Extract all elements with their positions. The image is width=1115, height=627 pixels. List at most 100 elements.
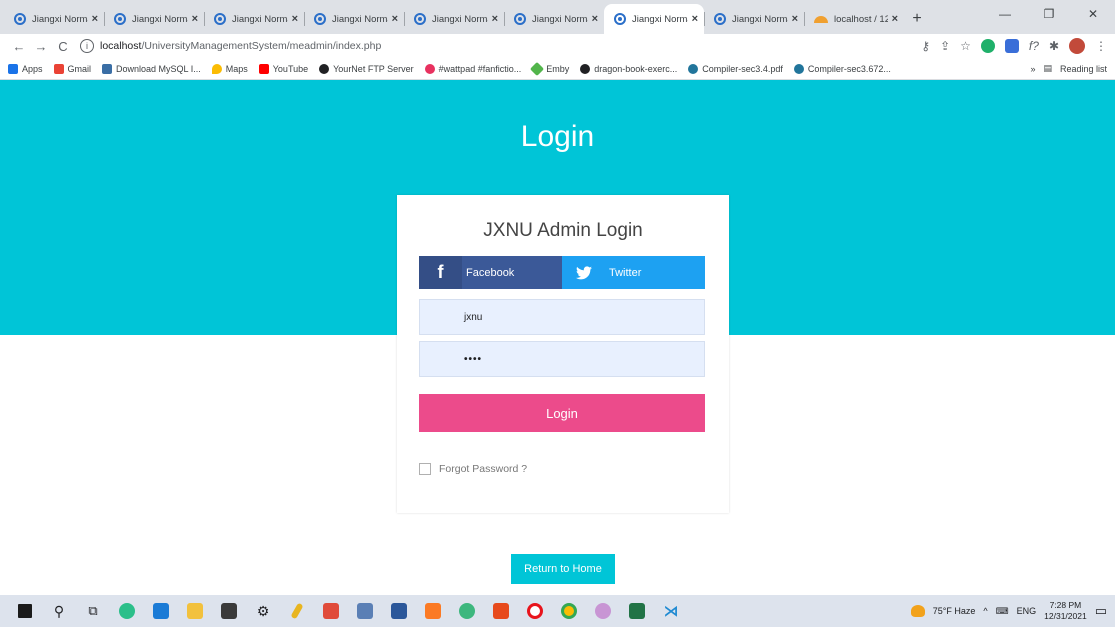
- taskbar-app[interactable]: [178, 595, 212, 627]
- tab-close-icon[interactable]: ×: [92, 13, 98, 25]
- browser-tab[interactable]: Jiangxi Norma ×: [704, 4, 804, 34]
- bookmark-maps[interactable]: Maps: [211, 63, 248, 74]
- address-bar: ← → C i localhost /UniversityManagementS…: [0, 34, 1115, 58]
- taskbar-app[interactable]: [620, 595, 654, 627]
- taskbar-app[interactable]: [586, 595, 620, 627]
- login-button[interactable]: Login: [419, 394, 705, 432]
- browser-tab[interactable]: Jiangxi Norma ×: [304, 4, 404, 34]
- taskbar-app[interactable]: [450, 595, 484, 627]
- tab-close-icon[interactable]: ×: [192, 13, 198, 25]
- weather-text[interactable]: 75°F Haze: [933, 606, 976, 616]
- bookmark-compiler-pdf[interactable]: Compiler-sec3.4.pdf: [688, 63, 783, 74]
- twitter-login-button[interactable]: Twitter: [562, 256, 705, 289]
- formula-extension-icon[interactable]: f?: [1029, 39, 1039, 53]
- excel-icon: [629, 603, 645, 619]
- clock[interactable]: 7:28 PM 12/31/2021: [1044, 600, 1087, 622]
- tab-title: Jiangxi Norma: [632, 13, 688, 25]
- github-icon: [580, 63, 591, 74]
- extension-icon[interactable]: [1004, 39, 1019, 53]
- bookmark-mysql[interactable]: Download MySQL I...: [102, 63, 201, 74]
- taskbar-app[interactable]: ⋊: [654, 595, 688, 627]
- bookmark-gmail[interactable]: Gmail: [53, 63, 91, 74]
- phpmyadmin-favicon-icon: [814, 13, 828, 25]
- kebab-menu-icon[interactable]: ⋮: [1095, 39, 1107, 53]
- taskbar-app[interactable]: [416, 595, 450, 627]
- url-omnibox[interactable]: i localhost /UniversityManagementSystem/…: [80, 36, 860, 56]
- system-tray: 75°F Haze ^ ⌨ ENG 7:28 PM 12/31/2021 ▭: [910, 595, 1107, 627]
- bookmark-emby[interactable]: Emby: [530, 61, 569, 76]
- taskbar-app[interactable]: [314, 595, 348, 627]
- task-view-button[interactable]: ⧉: [76, 595, 110, 627]
- tab-title: Jiangxi Norma: [732, 13, 788, 25]
- tab-title: Jiangxi Norma: [532, 13, 588, 25]
- chevron-up-icon[interactable]: ^: [983, 606, 987, 616]
- profile-avatar-icon[interactable]: [1069, 38, 1085, 54]
- bookmark-youtube[interactable]: YouTube: [258, 63, 308, 74]
- tab-close-icon[interactable]: ×: [892, 13, 898, 25]
- forward-arrow-icon[interactable]: →: [30, 39, 52, 54]
- bookmark-apps[interactable]: Apps: [8, 63, 43, 74]
- new-tab-button[interactable]: +: [904, 4, 930, 34]
- browser-tab[interactable]: Jiangxi Norma ×: [404, 4, 504, 34]
- site-info-icon[interactable]: i: [80, 39, 94, 53]
- taskbar-app[interactable]: [484, 595, 518, 627]
- tab-close-icon[interactable]: ×: [392, 13, 398, 25]
- url-path: /UniversityManagementSystem/meadmin/inde…: [141, 40, 382, 52]
- taskbar-app[interactable]: [518, 595, 552, 627]
- tab-close-icon[interactable]: ×: [592, 13, 598, 25]
- taskbar-app[interactable]: ⚙: [246, 595, 280, 627]
- return-home-button[interactable]: Return to Home: [511, 554, 615, 584]
- reload-icon[interactable]: C: [52, 39, 74, 54]
- bookmark-compiler-sec[interactable]: Compiler-sec3.672...: [793, 63, 891, 74]
- password-input[interactable]: ••••: [419, 341, 705, 377]
- tab-close-icon[interactable]: ×: [492, 13, 498, 25]
- gmail-icon: [53, 63, 64, 74]
- reading-list-label[interactable]: Reading list: [1060, 64, 1107, 74]
- taskbar-app[interactable]: [382, 595, 416, 627]
- back-arrow-icon[interactable]: ←: [8, 39, 30, 54]
- username-input[interactable]: jxnu: [419, 299, 705, 335]
- extension-puzzle-icon[interactable]: ✱: [1049, 39, 1059, 53]
- bookmarks-bar: Apps Gmail Download MySQL I... Maps YouT…: [0, 58, 1115, 80]
- weather-icon[interactable]: [910, 605, 925, 617]
- taskbar-app[interactable]: [144, 595, 178, 627]
- taskbar-app[interactable]: [110, 595, 144, 627]
- star-icon[interactable]: ☆: [960, 39, 971, 53]
- extension-grammarly-icon[interactable]: [980, 39, 995, 53]
- taskbar-app[interactable]: [280, 595, 314, 627]
- window-controls: — ❐ ✕: [965, 0, 1115, 28]
- task-view-icon: ⧉: [88, 603, 98, 618]
- browser-tab[interactable]: Jiangxi Norma ×: [504, 4, 604, 34]
- language-indicator[interactable]: ENG: [1017, 606, 1037, 616]
- more-bookmarks-button[interactable]: »: [1030, 64, 1035, 74]
- reading-list-icon[interactable]: ▤: [1043, 63, 1052, 74]
- forgot-password-label[interactable]: Forgot Password ?: [439, 463, 527, 475]
- taskbar-app[interactable]: [212, 595, 246, 627]
- forgot-password-checkbox[interactable]: [419, 463, 431, 475]
- taskbar-search[interactable]: ⚲: [42, 595, 76, 627]
- start-button[interactable]: [8, 595, 42, 627]
- share-icon[interactable]: ⇪: [940, 39, 950, 53]
- keyboard-icon[interactable]: ⌨: [996, 606, 1009, 617]
- maximize-icon[interactable]: ❐: [1027, 7, 1071, 21]
- bookmark-wattpad[interactable]: #wattpad #fanfictio...: [424, 63, 521, 74]
- tab-close-icon[interactable]: ×: [792, 13, 798, 25]
- bookmark-dragon-book[interactable]: dragon-book-exerc...: [580, 63, 677, 74]
- tab-close-icon[interactable]: ×: [692, 13, 698, 25]
- taskbar-app[interactable]: [348, 595, 382, 627]
- browser-tab[interactable]: Jiangxi Norma ×: [4, 4, 104, 34]
- browser-tab[interactable]: Jiangxi Norma ×: [204, 4, 304, 34]
- tab-close-icon[interactable]: ×: [292, 13, 298, 25]
- minimize-icon[interactable]: —: [983, 7, 1027, 21]
- taskbar-app[interactable]: [552, 595, 586, 627]
- browser-tab-active[interactable]: Jiangxi Norma ×: [604, 4, 704, 34]
- browser-tab[interactable]: localhost / 12 ×: [804, 4, 904, 34]
- browser-tab[interactable]: Jiangxi Norma ×: [104, 4, 204, 34]
- close-window-icon[interactable]: ✕: [1071, 7, 1115, 21]
- facebook-login-button[interactable]: f Facebook: [419, 256, 562, 289]
- bookmark-ftp[interactable]: YourNet FTP Server: [319, 63, 414, 74]
- cloud-app-icon: [459, 603, 475, 619]
- key-icon[interactable]: ⚷: [921, 39, 930, 53]
- notifications-icon[interactable]: ▭: [1095, 603, 1107, 619]
- site-favicon-icon: [214, 13, 226, 25]
